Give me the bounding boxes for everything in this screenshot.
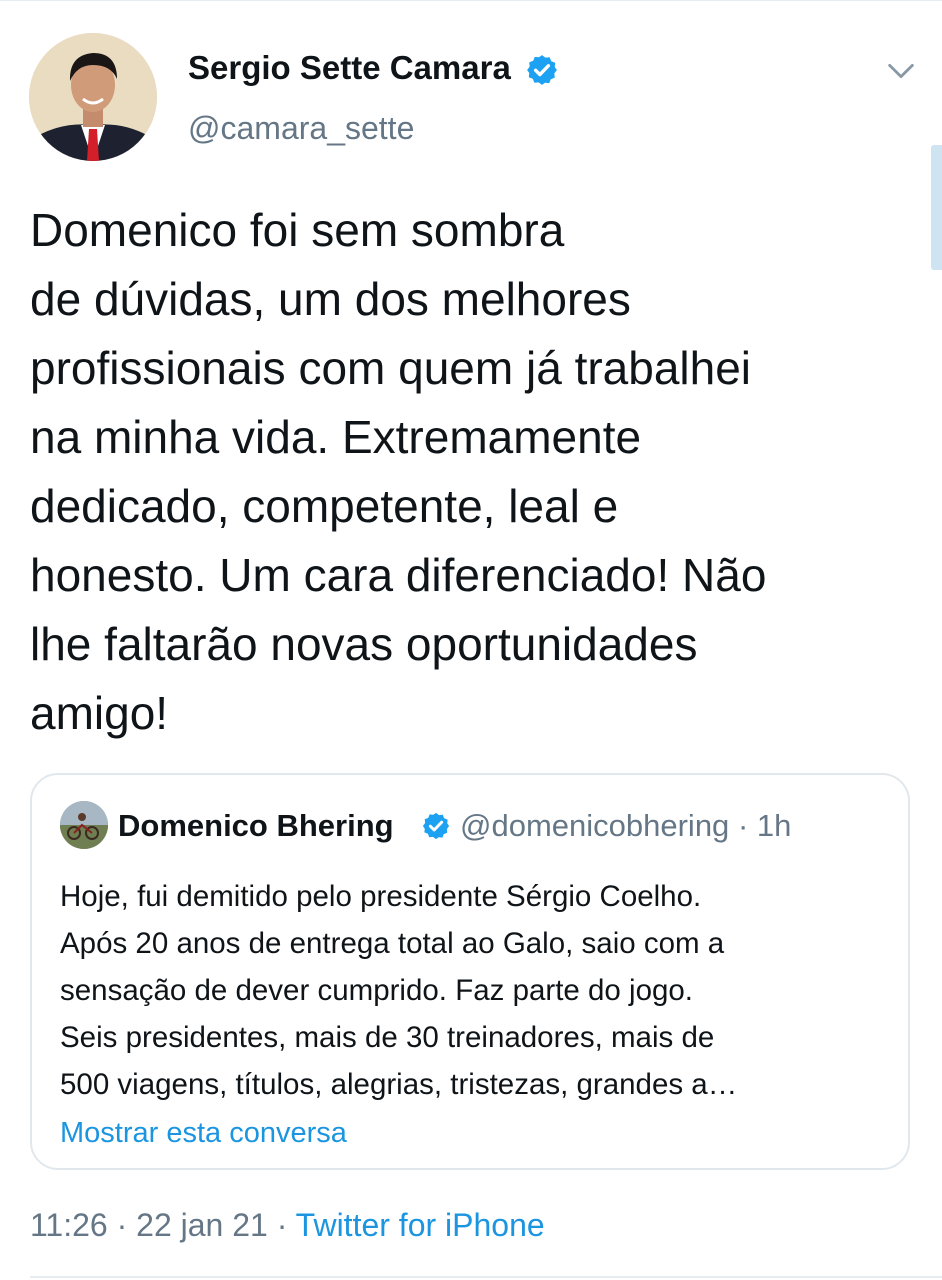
profile-photo-icon: [29, 33, 157, 161]
chevron-down-icon[interactable]: [884, 54, 918, 88]
tweet-meta: 11:26 · 22 jan 21 · Twitter for iPhone: [30, 1205, 545, 1245]
quoted-meta: @domenicobhering · 1h: [460, 807, 791, 845]
tweet-date: 22 jan 21: [136, 1207, 268, 1243]
tweet-source-link[interactable]: Twitter for iPhone: [296, 1207, 545, 1243]
quoted-author-avatar: [60, 801, 108, 849]
top-divider: [0, 0, 942, 1]
quoted-tweet-text: Hoje, fui demitido pelo presidente Sérgi…: [60, 880, 738, 1101]
tweet-time: 11:26: [30, 1207, 108, 1243]
scrollbar[interactable]: [931, 145, 942, 270]
author-avatar[interactable]: [29, 33, 157, 161]
meta-separator: ·: [107, 1207, 137, 1243]
meta-separator: ·: [737, 808, 749, 843]
verified-badge-icon: [422, 812, 450, 840]
bottom-divider: [30, 1276, 942, 1278]
quoted-time: 1h: [756, 808, 792, 843]
quoted-author-handle: @domenicobhering: [460, 808, 730, 843]
meta-separator: ·: [267, 1207, 296, 1243]
author-name[interactable]: Sergio Sette Camara: [188, 48, 511, 88]
quoted-tweet-card[interactable]: Domenico Bhering @domenicobhering · 1h H…: [30, 773, 910, 1170]
tweet-text: Domenico foi sem sombra de dúvidas, um d…: [30, 204, 767, 739]
profile-photo-icon: [60, 801, 108, 849]
quoted-author-name: Domenico Bhering: [118, 808, 394, 843]
show-thread-link[interactable]: Mostrar esta conversa: [60, 1113, 347, 1153]
author-handle[interactable]: @camara_sette: [188, 108, 414, 148]
verified-badge-icon: [527, 55, 557, 85]
